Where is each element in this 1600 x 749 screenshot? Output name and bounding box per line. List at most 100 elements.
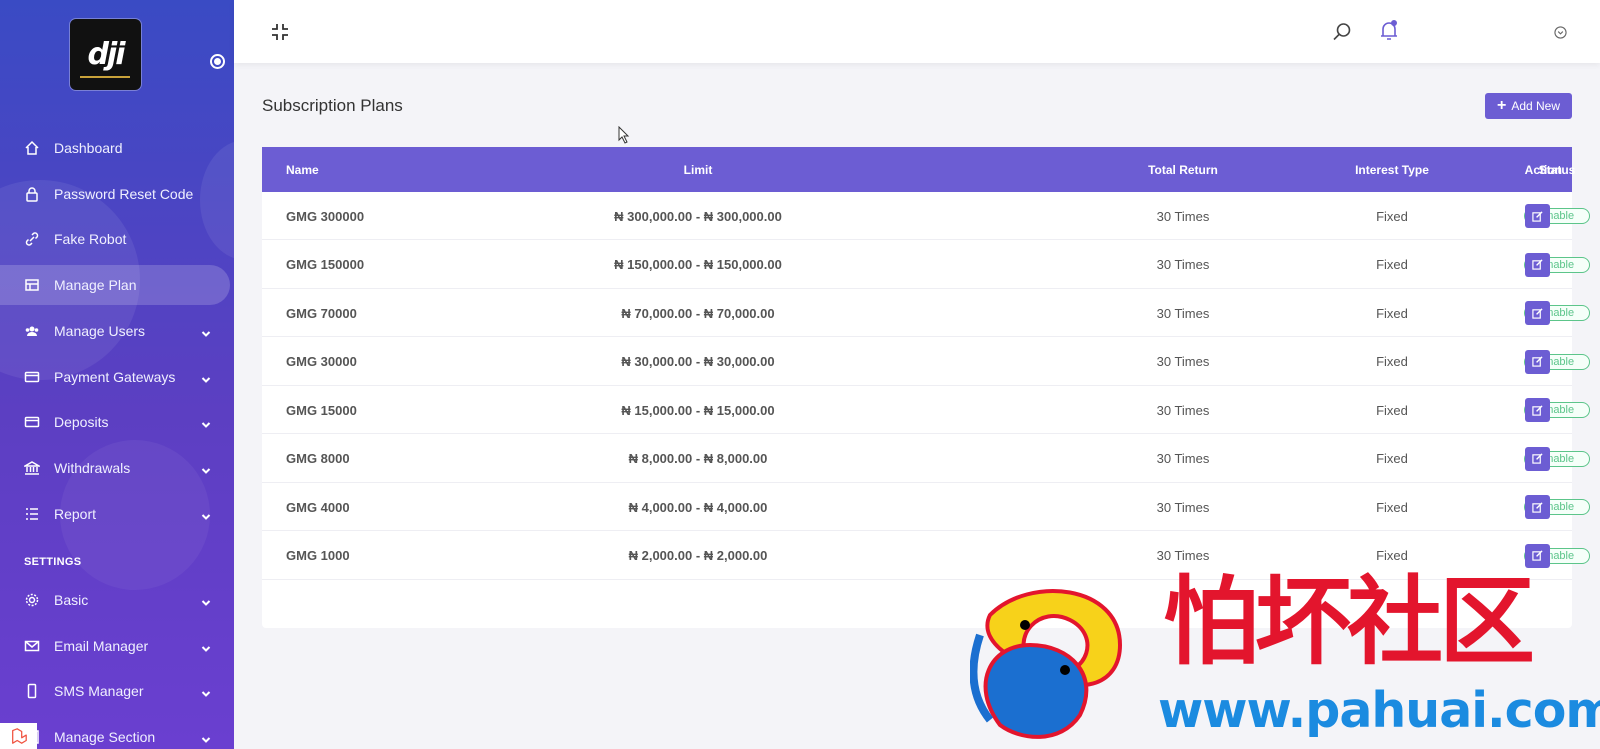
notification-bell-icon[interactable]: [1378, 20, 1400, 42]
header-interest-type: Interest Type: [1355, 162, 1429, 177]
plan-name: GMG 8000: [286, 451, 350, 466]
chevron-down-icon: [201, 641, 211, 652]
settings-section-title: SETTINGS: [24, 556, 82, 568]
home-icon: [24, 140, 40, 156]
sidebar-item-basic[interactable]: Basic: [0, 580, 230, 620]
sidebar-item-manage-plan[interactable]: Manage Plan: [0, 265, 230, 306]
topbar: [234, 0, 1600, 63]
chevron-down-icon: [201, 509, 211, 520]
plan-interest-type: Fixed: [1376, 257, 1408, 272]
plan-total-return: 30 Times: [1156, 402, 1210, 418]
plans-table-card: Name Limit Total Return Interest Type St…: [262, 147, 1591, 628]
sidebar-item-label: Deposits: [54, 414, 109, 431]
sidebar-item-withdrawals[interactable]: Withdrawals: [0, 448, 230, 488]
plan-limit: ₦ 150,000.00 - ₦ 150,000.00: [614, 257, 782, 272]
sidebar-toggle-icon[interactable]: [210, 54, 225, 69]
sidebar-item-payment-gateways[interactable]: Payment Gateways: [0, 357, 230, 397]
sidebar-item-email-manager[interactable]: Email Manager: [0, 626, 230, 666]
sidebar-item-fake-robot[interactable]: Fake Robot: [0, 219, 230, 259]
sidebar-item-password-reset-code[interactable]: Password Reset Code: [0, 174, 230, 214]
plan-name: GMG 30000: [286, 354, 357, 369]
edit-button[interactable]: [1525, 398, 1550, 422]
chevron-down-icon: [201, 417, 211, 429]
plan-interest-type: Fixed: [1376, 354, 1408, 369]
plan-limit: ₦ 300,000.00 - ₦ 300,000.00: [614, 208, 782, 224]
watermark-url: www.pahuai.com: [1158, 682, 1600, 739]
edit-button[interactable]: [1525, 349, 1550, 374]
laravel-debug-icon[interactable]: [0, 723, 37, 749]
status-cell: Enable: [1502, 483, 1600, 531]
plan-limit: ₦ 4,000.00 - ₦ 4,000.00: [628, 499, 768, 515]
plan-limit: ₦ 70,000.00 - ₦ 70,000.00: [621, 305, 775, 321]
brand-logo[interactable]: dji: [70, 19, 141, 90]
sidebar-item-label: SMS Manager: [54, 683, 144, 700]
plan-limit: ₦ 15,000.00 - ₦ 15,000.00: [621, 402, 775, 418]
plan-interest-type: Fixed: [1376, 208, 1408, 224]
status-cell: Enable: [1502, 386, 1600, 434]
users-icon: [24, 323, 40, 339]
plan-total-return: 30 Times: [1156, 305, 1210, 321]
credit-card-icon: [24, 414, 40, 430]
sidebar-item-label: Payment Gateways: [54, 368, 176, 385]
edit-button[interactable]: [1525, 252, 1550, 277]
sidebar-item-deposits[interactable]: Deposits: [0, 402, 230, 442]
edit-icon: [1532, 210, 1543, 222]
header-total-return: Total Return: [1148, 162, 1218, 177]
search-icon[interactable]: [1331, 21, 1353, 43]
plan-name: GMG 70000: [286, 305, 357, 321]
edit-icon: [1532, 453, 1543, 464]
watermark-text: 怕坏社区: [1163, 565, 1535, 678]
plan-total-return: 30 Times: [1156, 257, 1210, 272]
edit-icon: [1532, 259, 1543, 270]
chevron-down-icon: [201, 686, 211, 698]
edit-icon: [1532, 404, 1543, 416]
table-row: GMG 15000 ₦ 15,000.00 - ₦ 15,000.00 30 Tim…: [262, 386, 1591, 434]
link-icon: [24, 231, 40, 247]
chevron-down-icon: [201, 732, 211, 744]
edit-icon: [1532, 501, 1543, 513]
profile-dropdown-icon[interactable]: [1553, 25, 1567, 39]
sidebar-item-label: Email Manager: [54, 637, 149, 654]
edit-button[interactable]: [1525, 204, 1550, 228]
status-cell: Enable: [1502, 192, 1600, 240]
header-action: Action: [1524, 162, 1562, 177]
table-header: Name Limit Total Return Interest Type St…: [262, 147, 1575, 192]
table-row: GMG 150000 ₦ 150,000.00 - ₦ 150,000.00 30 …: [262, 241, 1591, 289]
mouse-cursor-icon: [618, 126, 630, 144]
sidebar-item-report[interactable]: Report: [0, 494, 230, 534]
sidebar-item-label: Report: [54, 505, 97, 522]
credit-card-icon: [24, 369, 40, 385]
plan-limit: ₦ 30,000.00 - ₦ 30,000.00: [621, 354, 775, 369]
chevron-down-icon: [201, 595, 211, 606]
table-row: GMG 300000 ₦ 300,000.00 - ₦ 300,000.00 30 …: [262, 192, 1591, 240]
bank-icon: [24, 460, 40, 476]
table-row: GMG 70000 ₦ 70,000.00 - ₦ 70,000.00 30 Tim…: [262, 289, 1591, 337]
add-new-button[interactable]: + Add New: [1485, 93, 1572, 119]
sidebar-item-label: Manage Users: [54, 322, 146, 339]
sidebar-item-sms-manager[interactable]: SMS Manager: [0, 671, 230, 711]
lock-icon: [24, 186, 40, 202]
add-new-label: Add New: [1511, 99, 1561, 113]
fullscreen-exit-icon[interactable]: [270, 22, 290, 42]
plan-limit: ₦ 2,000.00 - ₦ 2,000.00: [628, 548, 768, 563]
chevron-down-icon: [201, 463, 211, 474]
edit-button[interactable]: [1525, 446, 1550, 471]
edit-button[interactable]: [1525, 543, 1550, 568]
sidebar-item-label: Password Reset Code: [54, 185, 194, 202]
sidebar-item-label: Manage Section: [54, 729, 156, 746]
status-cell: Enable: [1502, 435, 1600, 483]
gear-icon: [24, 592, 40, 608]
plan-name: GMG 4000: [286, 499, 350, 515]
edit-button[interactable]: [1525, 495, 1550, 519]
plan-interest-type: Fixed: [1376, 305, 1408, 321]
sidebar-item-dashboard[interactable]: Dashboard: [0, 128, 230, 168]
page-title: Subscription Plans: [262, 96, 403, 115]
sidebar-item-manage-users[interactable]: Manage Users: [0, 311, 230, 351]
plan-name: GMG 300000: [286, 208, 365, 224]
table-row: GMG 4000 ₦ 4,000.00 - ₦ 4,000.00 30 Times F…: [262, 483, 1591, 531]
plan-total-return: 30 Times: [1156, 499, 1210, 515]
sidebar-item-label: Fake Robot: [54, 231, 127, 248]
edit-button[interactable]: [1525, 301, 1550, 325]
edit-icon: [1532, 307, 1543, 319]
header-name: Name: [286, 162, 319, 177]
